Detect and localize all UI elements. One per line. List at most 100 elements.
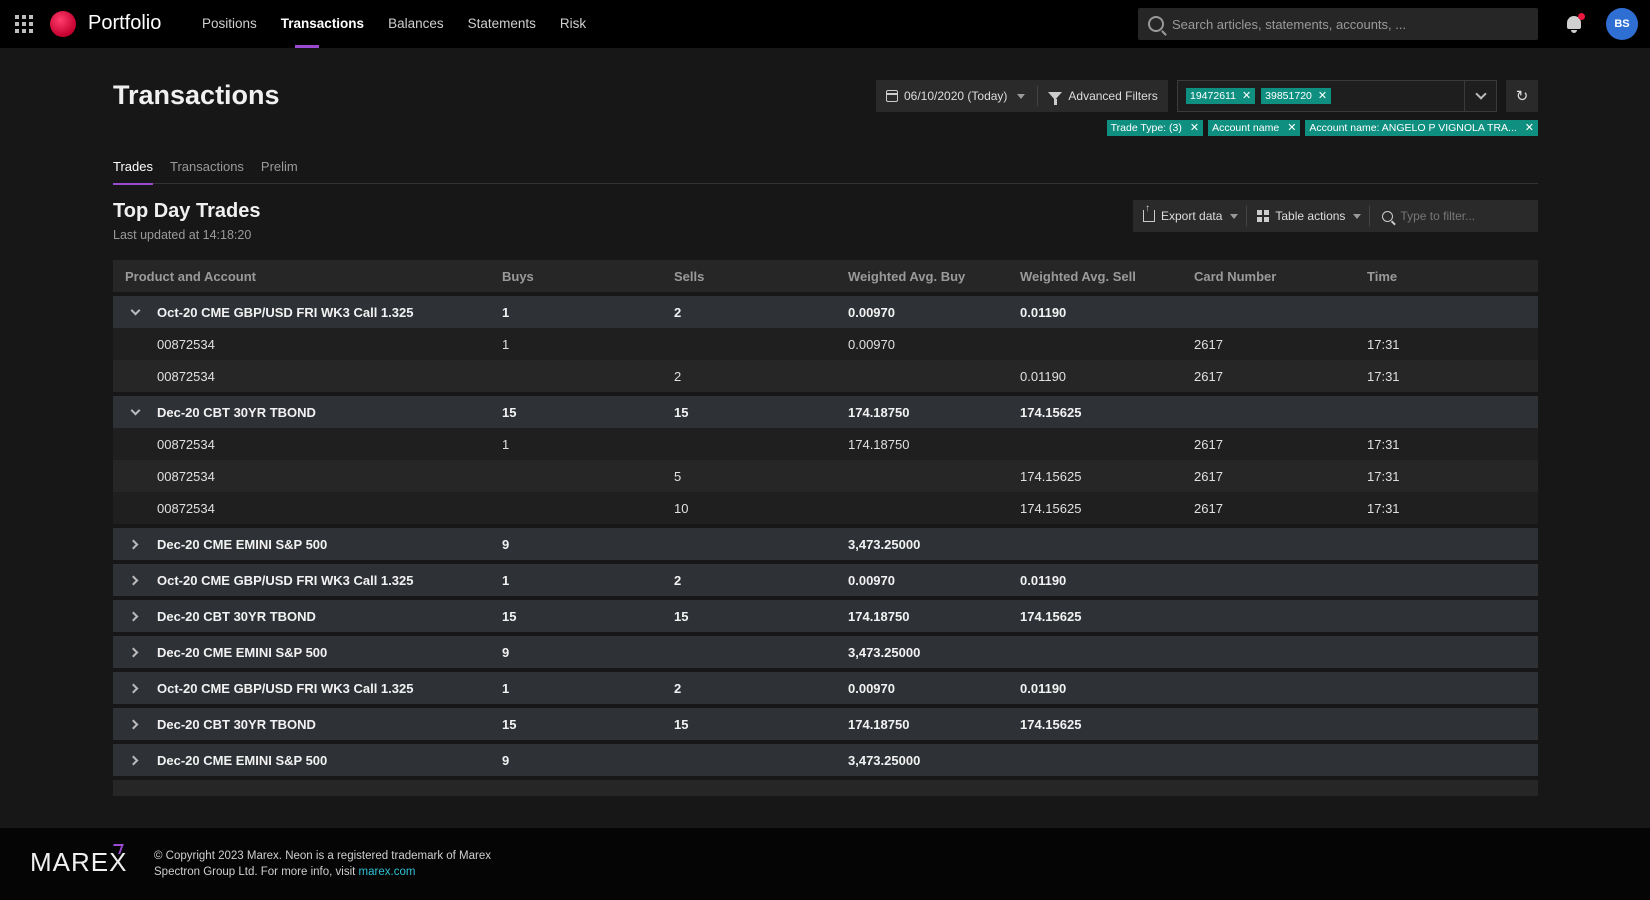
remove-filter-icon[interactable]: ✕ [1190,120,1199,136]
table-group-row[interactable]: Oct-20 CME GBP/USD FRI WK3 Call 1.325 1 2 0… [113,672,1538,704]
table-group-row[interactable]: Dec-20 CBT 30YR TBOND 15 15 174.18750 174.15… [113,708,1538,740]
cell-account: 00872534 [113,501,498,516]
cell-product: Oct-20 CME GBP/USD FRI WK3 Call 1.325 [113,572,498,588]
table-filter-input[interactable] [1400,209,1521,223]
table-row[interactable]: 00872534 5 174.15625 2617 17:31 [113,460,1538,492]
caret-down-icon[interactable] [1017,93,1026,99]
table-toolbar: Export data Table actions [1133,200,1538,232]
remove-chip-icon[interactable]: ✕ [1318,88,1327,104]
chevron-down-icon[interactable] [125,404,145,420]
table-row[interactable]: 00872534 1 174.18750 2617 17:31 [113,428,1538,460]
cell-product: Oct-20 CME GBP/USD FRI WK3 Call 1.325 [113,304,498,320]
cell-card-number: 2617 [1194,500,1223,516]
column-header-product[interactable]: Product and Account [113,269,498,284]
page-title: Transactions [113,80,280,110]
cell-sells: 10 [674,500,689,516]
table-row[interactable]: 00872534 2 0.01190 2617 17:31 [113,360,1538,392]
tab-prelim[interactable]: Prelim [261,152,298,184]
cell-buys: 15 [502,608,517,624]
cell-product: Dec-20 CBT 30YR TBOND [113,716,498,732]
column-header-weighted-avg-buy[interactable]: Weighted Avg. Buy [845,269,1018,284]
column-header-weighted-avg-sell[interactable]: Weighted Avg. Sell [1018,269,1192,284]
chevron-right-icon[interactable] [125,644,145,660]
cell-account: 00872534 [113,469,498,484]
date-picker-button[interactable]: 06/10/2020 (Today) [904,89,1007,103]
cell-weighted-avg-buy: 174.18750 [848,716,910,732]
table-group-row[interactable]: Dec-20 CME EMINI S&P 500 9 3,473.25000 [113,528,1538,560]
cell-time: 17:31 [1367,436,1400,452]
cell-buys: 1 [502,572,510,588]
cell-weighted-avg-sell: 174.15625 [1020,716,1082,732]
remove-chip-icon[interactable]: ✕ [1242,88,1251,104]
notifications-bell-icon[interactable] [1564,13,1585,35]
cell-time: 17:31 [1367,368,1400,384]
table-group-row[interactable]: Dec-20 CME EMINI S&P 500 9 3,473.25000 [113,744,1538,776]
nav-transactions[interactable]: Transactions [269,0,376,48]
chevron-right-icon[interactable] [125,536,145,552]
nav-statements[interactable]: Statements [456,0,548,48]
cell-product: Dec-20 CME EMINI S&P 500 [113,536,498,552]
product-name: Oct-20 CME GBP/USD FRI WK3 Call 1.325 [157,572,414,588]
tab-transactions[interactable]: Transactions [170,152,244,184]
user-avatar[interactable]: BS [1606,8,1638,40]
filter-tag: Account name: ANGELO P VIGNOLA TRA... ✕ [1305,120,1538,136]
nav-positions[interactable]: Positions [190,0,269,48]
table-group-row[interactable]: Dec-20 CBT 30YR TBOND 15 15 174.18750 174.15… [113,396,1538,428]
marex-link[interactable]: marex.com [359,866,416,878]
caret-down-icon[interactable] [1230,213,1239,219]
cell-buys: 15 [502,404,517,420]
chevron-right-icon[interactable] [125,572,145,588]
footer-copyright: © Copyright 2023 Marex. Neon is a regist… [154,848,524,880]
cell-weighted-avg-sell: 0.01190 [1020,572,1067,588]
chevron-right-icon[interactable] [125,608,145,624]
column-header-buys[interactable]: Buys [498,269,671,284]
section-title: Top Day Trades [113,200,261,222]
remove-filter-icon[interactable]: ✕ [1525,120,1534,136]
cell-sells: 15 [674,608,689,624]
cell-account: 00872534 [113,437,498,452]
export-data-button[interactable]: Export data [1161,209,1222,223]
chevron-down-icon[interactable] [125,304,145,320]
chevron-down-icon [1474,88,1487,100]
account-number: 00872534 [157,468,215,484]
cell-buys: 15 [502,716,517,732]
table-row[interactable]: 00872534 1 0.00970 2617 17:31 [113,328,1538,360]
app-grid-icon[interactable] [14,14,34,34]
table-group-row[interactable]: Oct-20 CME GBP/USD FRI WK3 Call 1.325 1 2 0… [113,296,1538,328]
filter-tag: Trade Type: (3) ✕ [1106,120,1204,136]
table-group-row[interactable]: Dec-20 CME EMINI S&P 500 9 3,473.25000 [113,636,1538,668]
last-updated-text: Last updated at 14:18:20 [113,228,252,242]
table-actions-button[interactable]: Table actions [1275,209,1345,223]
cell-card-number: 2617 [1194,436,1223,452]
refresh-button[interactable]: ↻ [1506,80,1538,112]
column-header-card-number[interactable]: Card Number [1192,269,1365,284]
caret-down-icon[interactable] [1353,213,1362,219]
table-group-row[interactable]: Oct-20 CME GBP/USD FRI WK3 Call 1.325 1 2 0… [113,564,1538,596]
chevron-right-icon[interactable] [125,752,145,768]
tab-trades[interactable]: Trades [113,152,153,185]
chevron-right-icon[interactable] [125,680,145,696]
account-selector[interactable]: 19472611 ✕ 39851720 ✕ [1177,80,1497,112]
nav-risk[interactable]: Risk [548,0,598,48]
product-name: Dec-20 CME EMINI S&P 500 [157,752,328,768]
nav-balances[interactable]: Balances [376,0,456,48]
cell-buys: 9 [502,752,510,768]
chevron-right-icon[interactable] [125,716,145,732]
advanced-filters-button[interactable]: Advanced Filters [1068,89,1157,103]
column-header-sells[interactable]: Sells [671,269,845,284]
cell-time: 17:31 [1367,500,1400,516]
account-dropdown-toggle[interactable] [1464,81,1496,111]
account-number: 00872534 [157,436,215,452]
table-group-row[interactable]: Dec-20 CBT 30YR TBOND 15 15 174.18750 174.15… [113,600,1538,632]
search-icon [1382,210,1394,222]
filter-tag-label: Account name: ANGELO P VIGNOLA TRA... [1309,122,1517,134]
remove-filter-icon[interactable]: ✕ [1287,120,1296,136]
cell-weighted-avg-buy: 174.18750 [848,404,910,420]
column-header-time[interactable]: Time [1365,269,1538,284]
notification-badge [1578,13,1585,20]
table-row[interactable]: 00872534 10 174.15625 2617 17:31 [113,492,1538,524]
table-settings-icon [1257,210,1270,222]
global-search-input[interactable] [1172,16,1532,32]
cell-sells: 5 [674,468,682,484]
cell-product: Dec-20 CME EMINI S&P 500 [113,752,498,768]
